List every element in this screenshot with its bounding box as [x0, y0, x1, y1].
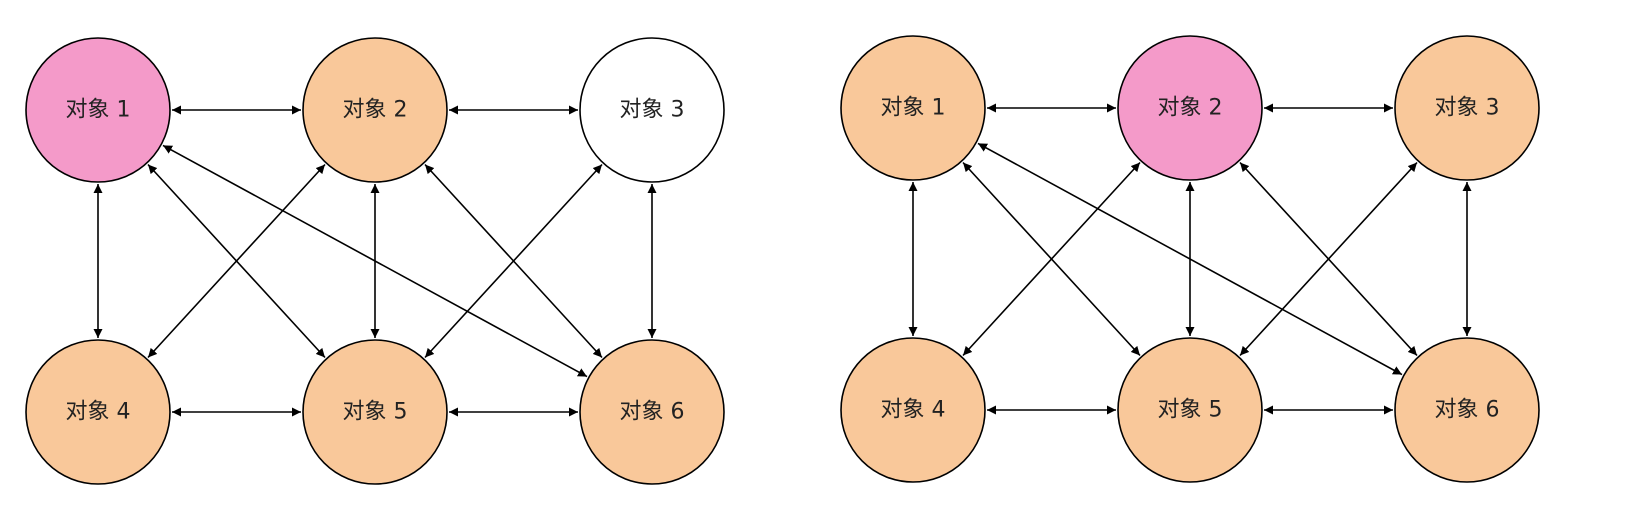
- left-node-4: 对象 4: [25, 339, 171, 485]
- right-node-1: 对象 1: [840, 35, 986, 181]
- left-node-2: 对象 2: [302, 37, 448, 183]
- right-node-2-label: 对象 2: [1158, 96, 1223, 121]
- right-node-5-label: 对象 5: [1158, 398, 1223, 423]
- right-node-1-label: 对象 1: [881, 96, 946, 121]
- right-node-6: 对象 6: [1394, 337, 1540, 483]
- right-node-2: 对象 2: [1117, 35, 1263, 181]
- right-node-4-label: 对象 4: [881, 398, 946, 423]
- left-node-5: 对象 5: [302, 339, 448, 485]
- left-node-1-label: 对象 1: [66, 98, 131, 123]
- right-node-3-label: 对象 3: [1435, 96, 1500, 121]
- right-node-6-label: 对象 6: [1435, 398, 1500, 423]
- diagram-right: 对象 1 对象 2 对象 3 对象 4 对象 5 对象 6: [840, 35, 1540, 483]
- left-node-3: 对象 3: [579, 37, 725, 183]
- left-node-6-label: 对象 6: [620, 400, 685, 425]
- right-node-3: 对象 3: [1394, 35, 1540, 181]
- left-node-1: 对象 1: [25, 37, 171, 183]
- right-node-4: 对象 4: [840, 337, 986, 483]
- left-node-3-label: 对象 3: [620, 98, 685, 123]
- left-node-6: 对象 6: [579, 339, 725, 485]
- left-node-2-label: 对象 2: [343, 98, 408, 123]
- diagram-left: 对象 1 对象 2 对象 3 对象 4 对象 5 对象 6: [25, 37, 725, 485]
- right-node-5: 对象 5: [1117, 337, 1263, 483]
- mediator-diagram: 对象 1 对象 2 对象 3 对象 4 对象 5 对象 6 对象 1 对象 2 …: [25, 35, 1540, 485]
- left-node-5-label: 对象 5: [343, 400, 408, 425]
- left-node-4-label: 对象 4: [66, 400, 131, 425]
